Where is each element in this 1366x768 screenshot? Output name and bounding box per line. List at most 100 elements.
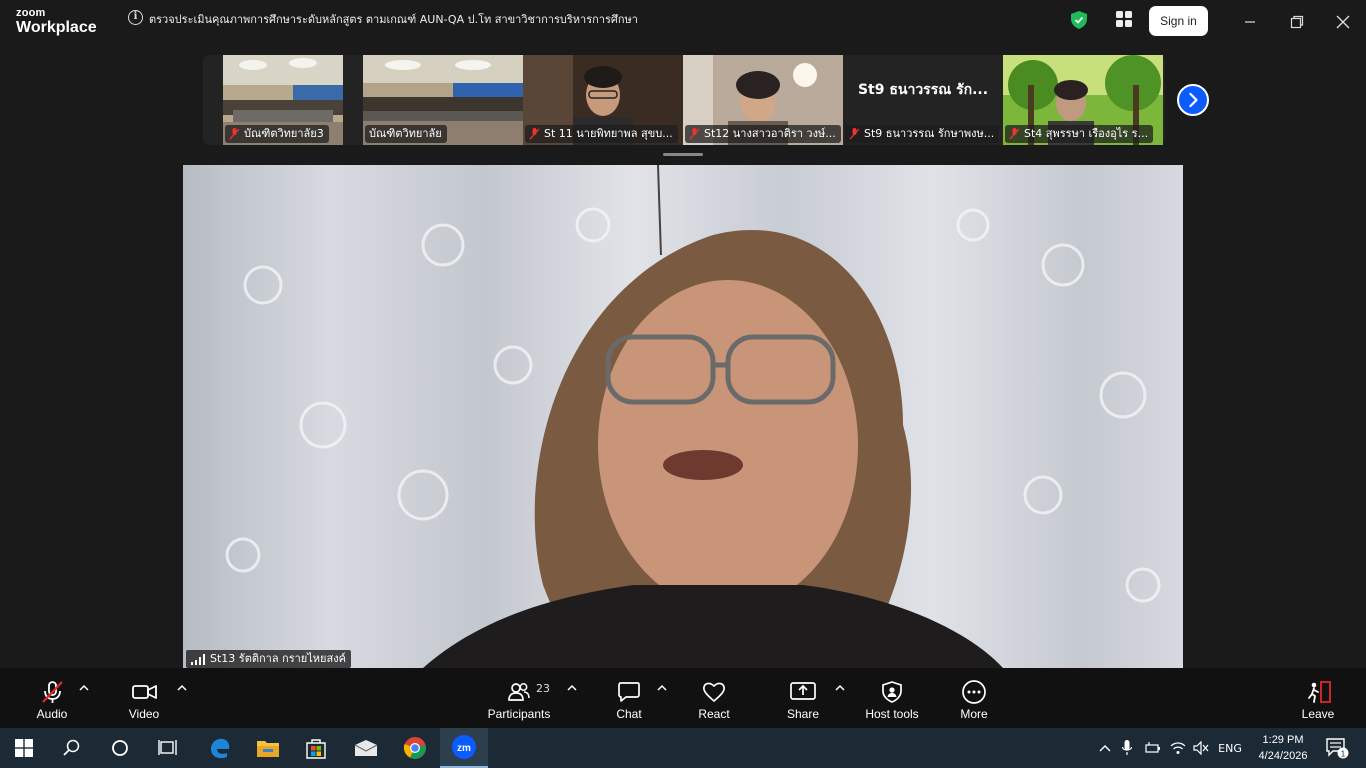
thumbnail-name: บัณฑิตวิทยาลัย xyxy=(369,127,442,140)
share-options-caret-icon[interactable] xyxy=(835,684,845,692)
info-icon[interactable]: i xyxy=(128,10,143,25)
mail-app[interactable] xyxy=(342,728,390,768)
speaker-video-image xyxy=(183,165,1183,668)
thumbnail-name: บัณฑิตวิทยาลัย3 xyxy=(244,127,324,140)
audio-button[interactable]: Audio xyxy=(24,668,80,728)
meeting-toolbar: Audio Video Participants 23 Chat React S… xyxy=(0,668,1366,728)
active-speaker-video xyxy=(183,165,1183,668)
participants-label: Participants xyxy=(487,707,551,721)
participant-display-name: St9 ธนาวรรณ รัก... xyxy=(857,82,989,98)
chat-options-caret-icon[interactable] xyxy=(657,684,667,692)
notification-center-button[interactable]: 1 xyxy=(1320,728,1354,768)
network-tray[interactable] xyxy=(1167,728,1189,768)
mic-muted-icon xyxy=(689,128,700,140)
participants-options-caret-icon[interactable] xyxy=(567,684,577,692)
chrome-browser-icon xyxy=(403,737,426,759)
sign-in-button[interactable]: Sign in xyxy=(1149,6,1208,36)
show-hidden-icons-button[interactable] xyxy=(1095,728,1115,768)
wifi-icon xyxy=(1170,742,1186,754)
windows-taskbar: zm ENG 1:29 PM 4/24/2026 1 xyxy=(0,728,1366,768)
task-view-button[interactable] xyxy=(144,728,192,768)
share-screen-icon xyxy=(790,682,816,700)
participant-thumbnail[interactable]: St 11 นายพิทยาพล สุขบ... xyxy=(523,55,683,145)
thumbnail-label: St4 สุพรรษา เรืองอุไร ร... xyxy=(1005,125,1154,143)
thumbnail-label: บัณฑิตวิทยาลัย xyxy=(365,125,447,143)
volume-muted-icon xyxy=(1193,741,1209,755)
chevron-up-icon xyxy=(1099,745,1111,752)
react-button[interactable]: React xyxy=(689,668,739,728)
mic-muted-icon xyxy=(1009,128,1020,140)
encryption-shield-icon[interactable] xyxy=(1071,11,1087,29)
audio-options-caret-icon[interactable] xyxy=(79,684,89,692)
search-button[interactable] xyxy=(48,728,96,768)
store-app[interactable] xyxy=(292,728,340,768)
cortana-circle-icon xyxy=(112,740,128,756)
apps-grid-icon[interactable] xyxy=(1116,11,1132,27)
title-bar: zoom Workplace i ตรวจประเมินคุณภาพการศึก… xyxy=(0,0,1366,44)
audio-label: Audio xyxy=(36,707,68,721)
leave-label: Leave xyxy=(1301,707,1335,721)
chrome-app[interactable] xyxy=(391,728,439,768)
notification-icon: 1 xyxy=(1326,738,1349,759)
thumbnail-label: St 11 นายพิทยาพล สุขบ... xyxy=(525,125,678,143)
notification-count: 1 xyxy=(1341,749,1346,758)
file-explorer-app[interactable] xyxy=(244,728,292,768)
edge-browser-icon xyxy=(211,738,230,759)
thumbnail-name: St9 ธนาวรรณ รักษาพงษ... xyxy=(864,127,995,140)
heart-icon xyxy=(703,682,725,702)
participant-thumbnail[interactable]: St9 ธนาวรรณ รัก... St9 ธนาวรรณ รักษาพงษ.… xyxy=(843,55,1003,145)
thumbnail-label: บัณฑิตวิทยาลัย3 xyxy=(225,125,329,143)
language-indicator[interactable]: ENG xyxy=(1212,728,1248,768)
share-button[interactable]: Share xyxy=(778,668,828,728)
system-clock[interactable]: 1:29 PM 4/24/2026 xyxy=(1252,732,1314,764)
host-tools-button[interactable]: Host tools xyxy=(860,668,924,728)
chat-label: Chat xyxy=(616,707,642,721)
battery-tray[interactable] xyxy=(1142,728,1164,768)
speaker-name: St13 รัตติกาล กรายไหยสงค์ xyxy=(210,652,346,665)
participants-count: 23 xyxy=(536,682,550,695)
microphone-tray[interactable] xyxy=(1118,728,1136,768)
task-view-icon xyxy=(158,740,177,755)
video-button[interactable]: Video xyxy=(116,668,172,728)
strip-resize-handle[interactable] xyxy=(663,153,703,156)
signal-strength-icon xyxy=(191,653,205,665)
zoom-app[interactable]: zm xyxy=(440,728,488,768)
meeting-title: ตรวจประเมินคุณภาพการศึกษาระดับหลักสูตร ต… xyxy=(149,13,638,26)
participant-thumbnail[interactable]: St12 นางสาวอาติรา วงษ์... xyxy=(683,55,843,145)
clock-date: 4/24/2026 xyxy=(1258,750,1308,762)
participant-thumbnail[interactable]: บัณฑิตวิทยาลัย3 xyxy=(223,55,343,145)
thumbnail-name: St4 สุพรรษา เรืองอุไร ร... xyxy=(1024,127,1149,140)
mic-muted-icon xyxy=(529,128,540,140)
edge-app[interactable] xyxy=(196,728,244,768)
participant-thumbnail[interactable]: บัณฑิตวิทยาลัย xyxy=(363,55,523,145)
host-shield-icon xyxy=(882,681,902,703)
svg-text:zm: zm xyxy=(457,743,471,754)
participant-thumbnail[interactable]: St4 สุพรรษา เรืองอุไร ร... xyxy=(1003,55,1163,145)
chat-button[interactable]: Chat xyxy=(604,668,654,728)
video-thumbnail-strip: บัณฑิตวิทยาลัย3 บัณฑิตวิทยาลัย St 11 นาย… xyxy=(203,55,1165,145)
mail-envelope-icon xyxy=(354,740,378,756)
search-icon xyxy=(63,739,80,756)
participants-icon xyxy=(508,683,530,701)
participants-button[interactable]: Participants xyxy=(482,668,556,728)
minimize-icon[interactable] xyxy=(1240,12,1260,32)
mic-muted-icon xyxy=(229,128,240,140)
battery-plug-icon xyxy=(1145,742,1160,753)
leave-button[interactable]: Leave xyxy=(1293,668,1343,728)
store-bag-icon xyxy=(306,739,326,759)
volume-tray[interactable] xyxy=(1190,728,1212,768)
host-tools-label: Host tools xyxy=(865,707,919,721)
more-button[interactable]: More xyxy=(949,668,999,728)
next-page-chevron-icon[interactable] xyxy=(1177,84,1209,116)
zoom-app-icon: zm xyxy=(452,735,476,759)
start-button[interactable] xyxy=(0,728,48,768)
close-icon[interactable] xyxy=(1333,12,1353,32)
video-camera-icon xyxy=(132,685,157,699)
react-label: React xyxy=(698,707,730,721)
restore-icon[interactable] xyxy=(1287,12,1307,32)
logo-workplace-text: Workplace xyxy=(16,19,97,36)
cortana-button[interactable] xyxy=(96,728,144,768)
speaker-name-label: St13 รัตติกาล กรายไหยสงค์ xyxy=(186,650,351,668)
video-options-caret-icon[interactable] xyxy=(177,684,187,692)
folder-icon xyxy=(257,741,279,757)
